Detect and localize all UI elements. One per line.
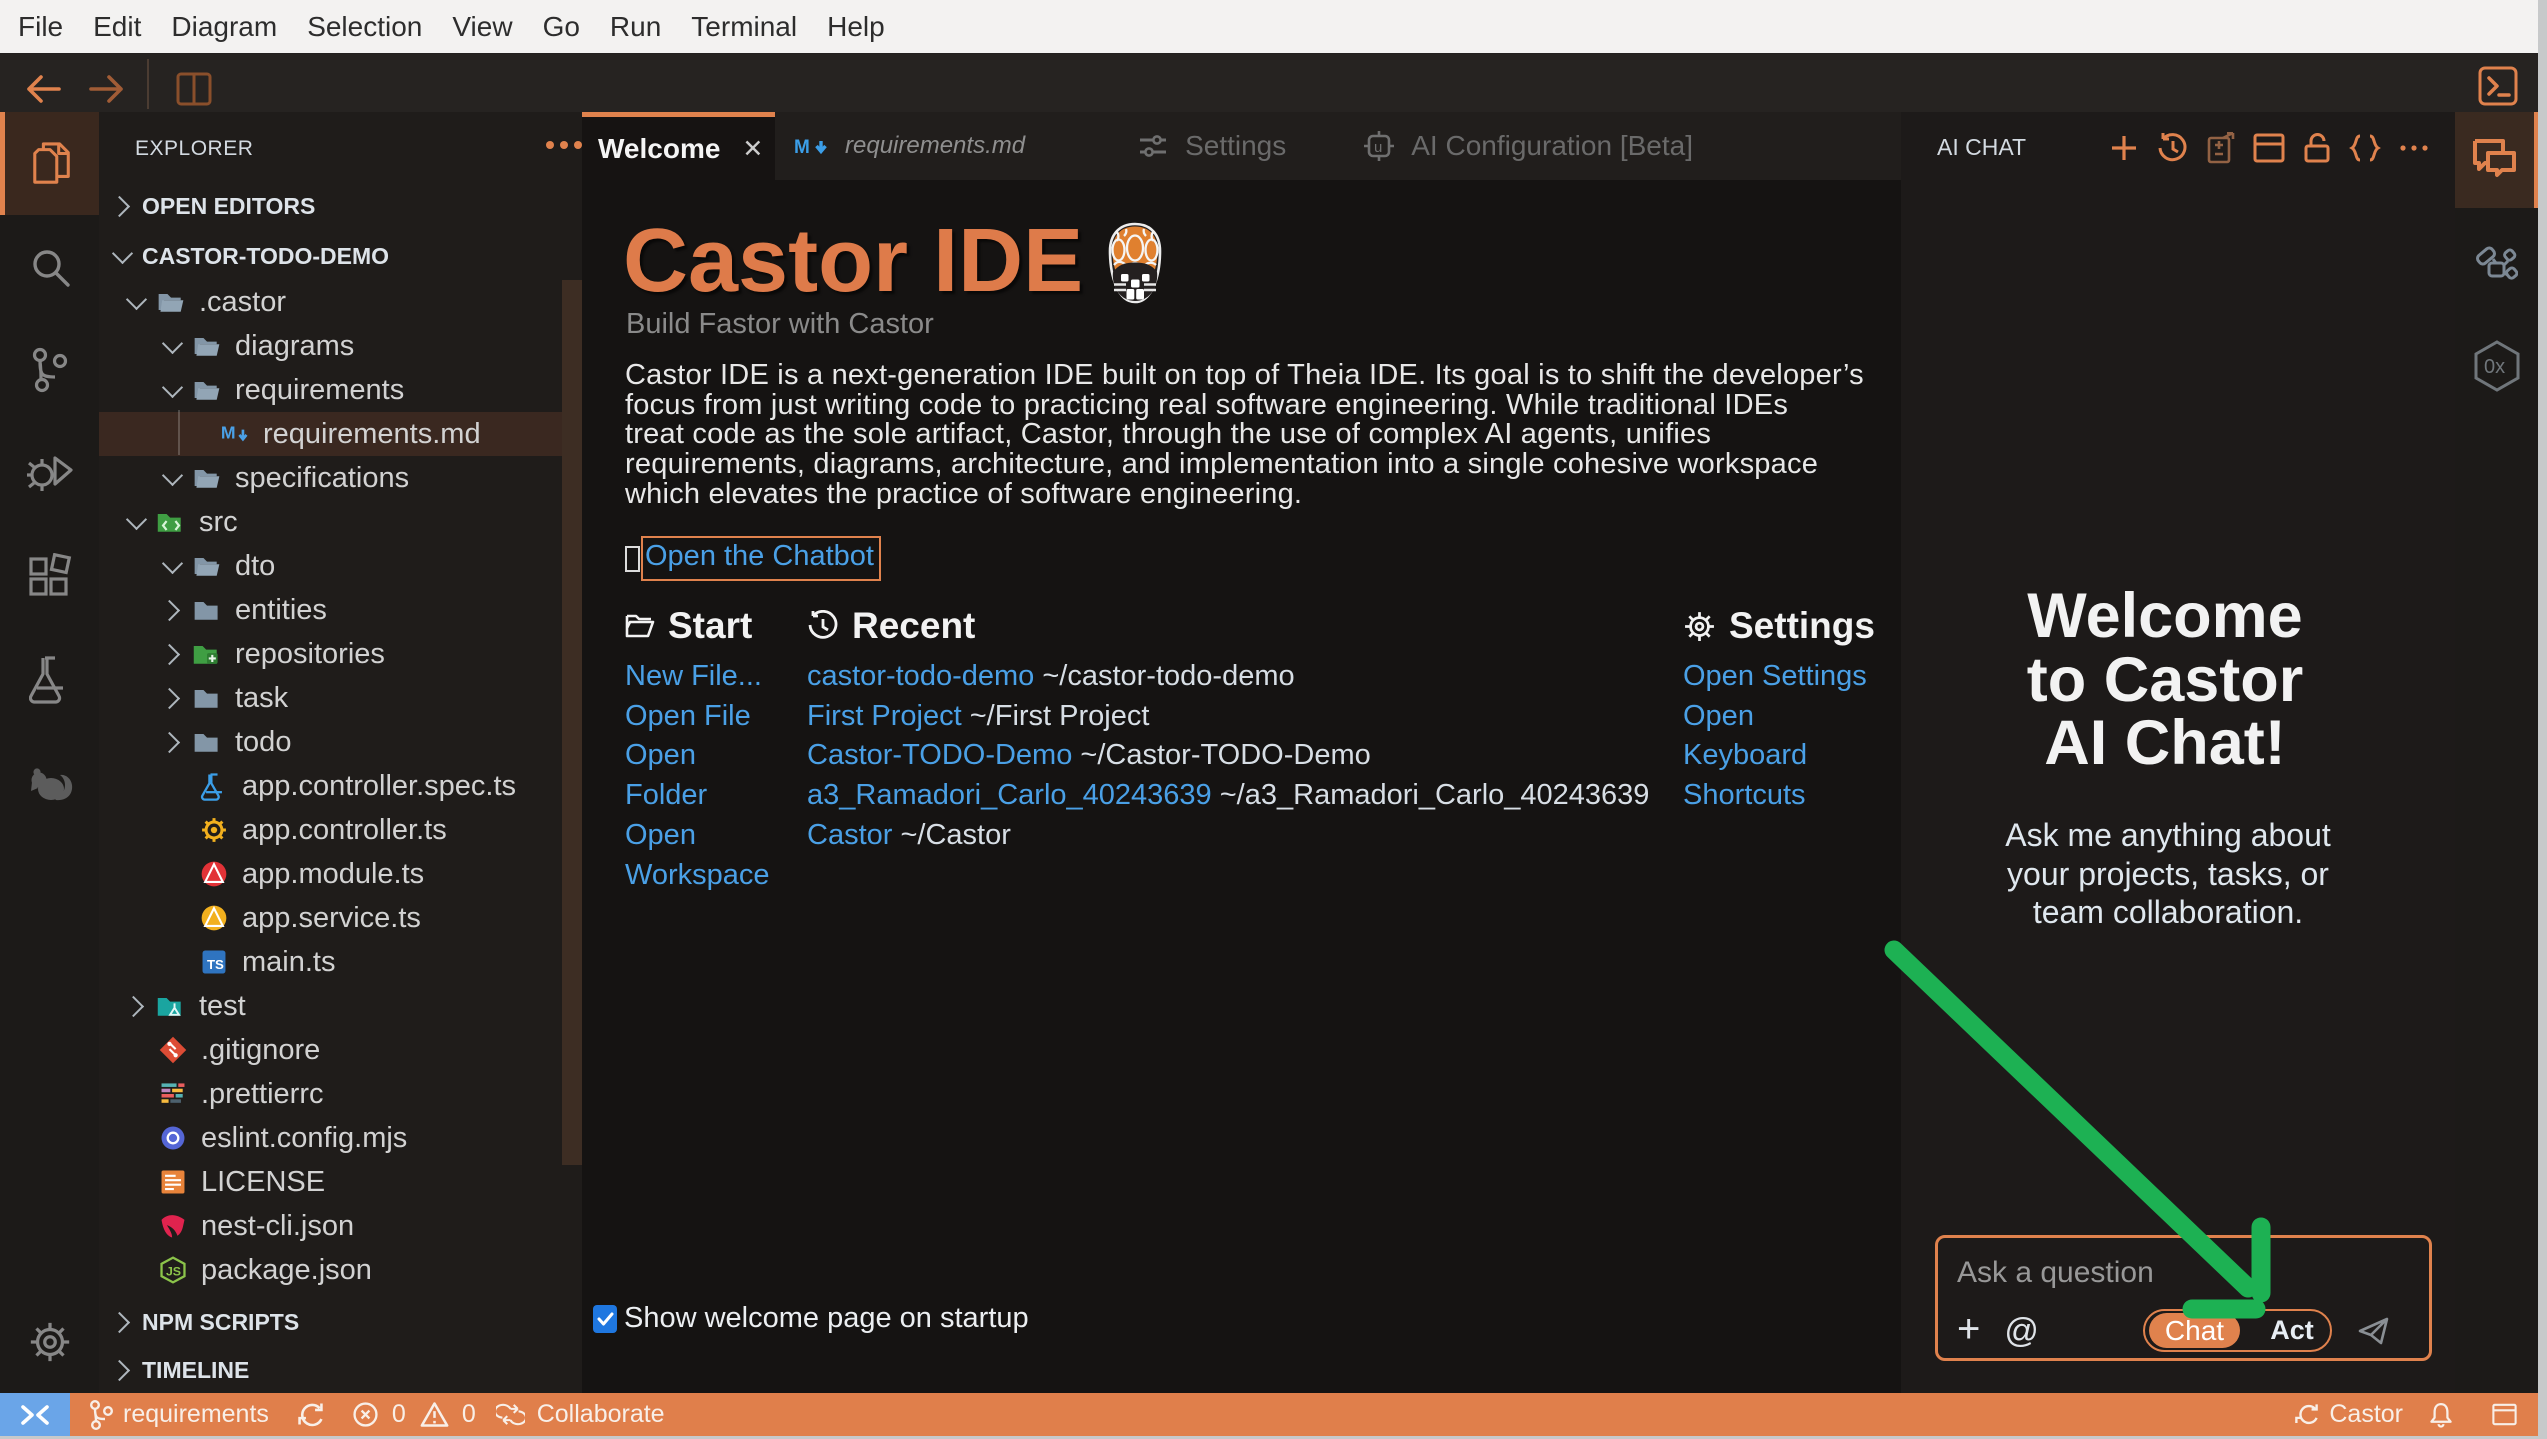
svg-text:0x: 0x — [2484, 356, 2505, 378]
svg-text:JS: JS — [166, 1264, 181, 1278]
svg-text:TS: TS — [207, 957, 224, 972]
svg-text:u: u — [1374, 139, 1382, 156]
svg-text:M: M — [794, 137, 810, 158]
svg-text:M: M — [221, 422, 236, 442]
